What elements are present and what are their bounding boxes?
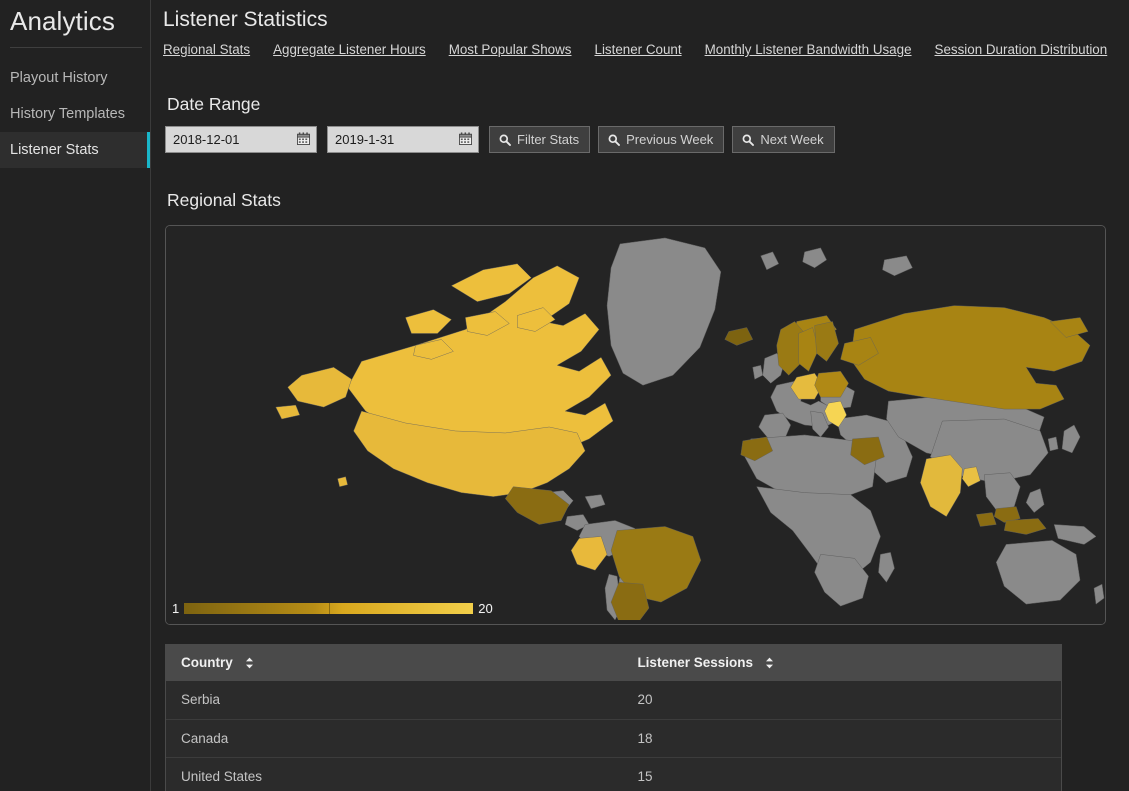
sidebar-item-label: History Templates — [10, 106, 125, 122]
search-icon — [742, 134, 755, 146]
analytics-page: Analytics Playout History History Templa… — [0, 0, 1129, 791]
regional-stats-table-wrapper: Country Listener Sessions Serbia 20 Cana… — [165, 644, 1062, 791]
tab-aggregate-listener-hours[interactable]: Aggregate Listener Hours — [273, 40, 426, 60]
regional-stats-map-panel[interactable]: 1 20 — [165, 225, 1106, 625]
column-header-country[interactable]: Country — [166, 644, 623, 681]
end-date-input[interactable] — [328, 127, 478, 152]
column-header-label: Listener Sessions — [637, 655, 753, 670]
cell-country: Canada — [166, 718, 623, 757]
button-label: Filter Stats — [517, 132, 580, 147]
tab-most-popular-shows[interactable]: Most Popular Shows — [449, 40, 572, 60]
sidebar-divider — [10, 47, 142, 48]
next-week-button[interactable]: Next Week — [732, 126, 835, 153]
start-date-field[interactable] — [165, 126, 317, 153]
sidebar-brand: Analytics — [10, 6, 115, 36]
table-header: Country Listener Sessions — [166, 644, 1061, 681]
cell-country: United States — [166, 756, 623, 791]
tab-monthly-listener-bandwidth-usage[interactable]: Monthly Listener Bandwidth Usage — [705, 40, 912, 60]
table-row[interactable]: Serbia 20 — [166, 681, 1061, 719]
tab-session-duration-distribution[interactable]: Session Duration Distribution — [935, 40, 1108, 60]
table-body: Serbia 20 Canada 18 United States 15 — [166, 681, 1061, 791]
button-label: Previous Week — [626, 132, 714, 147]
page-title: Listener Statistics — [163, 8, 328, 31]
end-date-field[interactable] — [327, 126, 479, 153]
sort-updown-icon — [765, 657, 774, 669]
world-choropleth-map[interactable] — [166, 226, 1105, 624]
main-content: Listener Statistics Regional Stats Aggre… — [151, 0, 1129, 791]
date-range-controls: Filter Stats Previous Week — [165, 126, 1129, 153]
cell-country: Serbia — [166, 681, 623, 719]
legend-min-label: 1 — [172, 600, 180, 616]
cell-sessions: 20 — [622, 681, 1061, 719]
regional-stats-table: Country Listener Sessions Serbia 20 Cana… — [166, 644, 1061, 791]
regional-stats-title: Regional Stats — [167, 190, 281, 210]
start-date-input[interactable] — [166, 127, 316, 152]
tab-listener-count[interactable]: Listener Count — [595, 40, 682, 60]
filter-stats-button[interactable]: Filter Stats — [489, 126, 591, 153]
map-legend: 1 20 — [172, 599, 493, 617]
table-row[interactable]: United States 15 — [166, 756, 1061, 791]
tab-regional-stats[interactable]: Regional Stats — [163, 40, 250, 60]
sidebar-item-label: Playout History — [10, 70, 108, 86]
sidebar-item-label: Listener Stats — [10, 142, 99, 158]
sort-updown-icon — [245, 657, 254, 669]
button-label: Next Week — [760, 132, 824, 147]
search-icon — [608, 134, 621, 146]
legend-max-label: 20 — [478, 600, 493, 616]
stats-tab-bar: Regional Stats Aggregate Listener Hours … — [163, 40, 1129, 60]
sidebar-item-playout-history[interactable]: Playout History — [0, 60, 150, 96]
column-header-listener-sessions[interactable]: Listener Sessions — [622, 644, 1061, 681]
table-row[interactable]: Canada 18 — [166, 718, 1061, 757]
previous-week-button[interactable]: Previous Week — [598, 126, 725, 153]
column-header-label: Country — [181, 655, 233, 670]
legend-gradient-bar — [184, 602, 474, 614]
cell-sessions: 18 — [622, 718, 1061, 757]
world-map-svg — [166, 226, 1105, 624]
sidebar: Analytics Playout History History Templa… — [0, 0, 151, 791]
sidebar-item-listener-stats[interactable]: Listener Stats — [0, 132, 150, 168]
date-range-title: Date Range — [167, 94, 261, 114]
search-icon — [499, 134, 511, 146]
table-header-row: Country Listener Sessions — [166, 644, 1061, 681]
cell-sessions: 15 — [622, 756, 1061, 791]
sidebar-item-history-templates[interactable]: History Templates — [0, 96, 150, 132]
